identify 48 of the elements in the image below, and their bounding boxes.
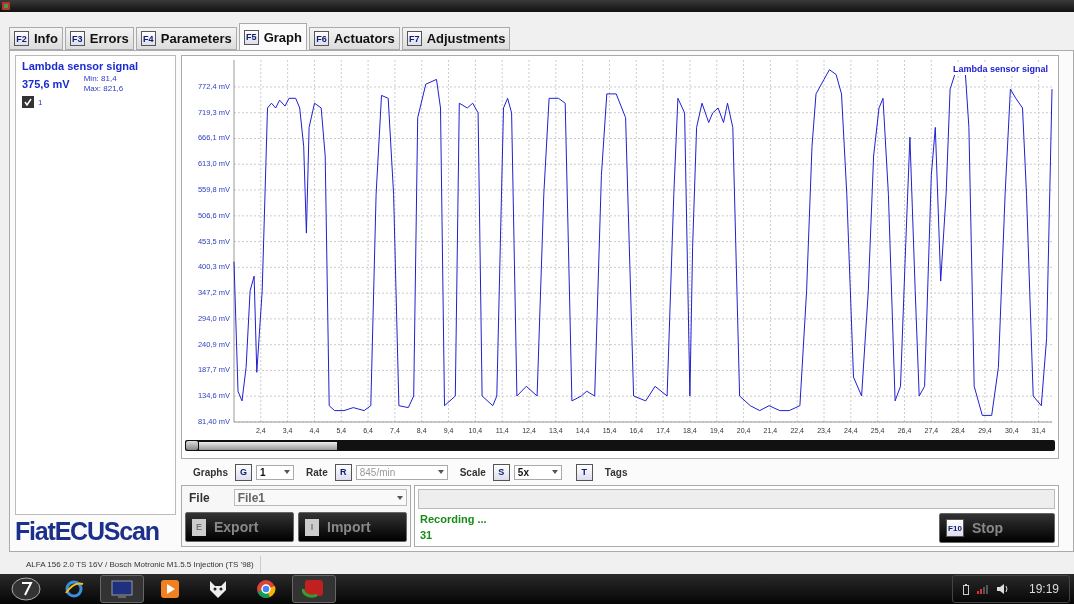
scrollbar[interactable] — [185, 440, 1055, 451]
file-label: File — [189, 490, 210, 505]
control-label: Scale — [459, 466, 486, 478]
status-text: ALFA 156 2.0 TS 16V / Bosch Motronic M1.5.5 Injection (TS '98) — [0, 556, 261, 573]
control-label: Tags — [604, 466, 628, 478]
shortcut-key: G — [235, 463, 252, 481]
action-button[interactable]: I Import — [298, 512, 407, 542]
chrome-icon[interactable] — [256, 579, 276, 599]
logo: FiatECUScan — [15, 516, 159, 547]
caret-icon — [284, 470, 290, 474]
signal-icon — [976, 584, 989, 594]
tab[interactable]: F4 Parameters — [135, 27, 237, 50]
start-orb-icon[interactable] — [11, 577, 41, 601]
app-icon — [2, 2, 10, 10]
tab[interactable]: F6 Actuators — [309, 27, 400, 50]
caret-icon — [397, 495, 403, 500]
file-dropdown[interactable]: File1 — [233, 489, 407, 506]
tab[interactable]: F3 Errors — [64, 27, 134, 50]
recording-status: Recording ... — [420, 512, 487, 527]
signal-value: 375,6 mV — [22, 78, 70, 90]
shortcut-key: S — [492, 463, 510, 481]
speaker-icon — [996, 584, 1009, 594]
browser-e-icon[interactable] — [64, 579, 84, 599]
dropdown[interactable]: 1 — [256, 464, 294, 480]
min-value: Min: 81,4 — [83, 74, 118, 84]
checkbox[interactable] — [22, 96, 34, 108]
caret-icon — [551, 470, 558, 474]
clock: 19:19 — [1028, 582, 1059, 596]
caret-icon — [437, 470, 444, 474]
control-label: Rate — [306, 466, 328, 478]
battery-icon — [962, 583, 969, 595]
shortcut-key: R — [334, 463, 352, 481]
action-button[interactable]: E Export — [185, 512, 294, 542]
app-icon[interactable] — [302, 579, 326, 599]
shortcut-key: T — [575, 463, 593, 481]
max-value: Max: 821,6 — [83, 84, 124, 94]
tab[interactable]: F5 Graph — [238, 23, 307, 50]
stop-button[interactable]: F10 Stop — [939, 513, 1055, 543]
sample-count: 31 — [420, 528, 434, 543]
tab[interactable]: F2 Info — [9, 27, 63, 50]
legend-label: Lambda sensor signal — [952, 64, 1048, 74]
channel-label: 1 — [38, 97, 43, 107]
dropdown[interactable]: 5x — [513, 464, 562, 480]
play-icon[interactable] — [160, 579, 180, 599]
control-label: Graphs — [193, 466, 228, 478]
fox-mask-icon[interactable] — [208, 579, 228, 599]
signal-name: Lambda sensor signal — [22, 60, 140, 72]
tab[interactable]: F7 Adjustments — [401, 27, 511, 50]
